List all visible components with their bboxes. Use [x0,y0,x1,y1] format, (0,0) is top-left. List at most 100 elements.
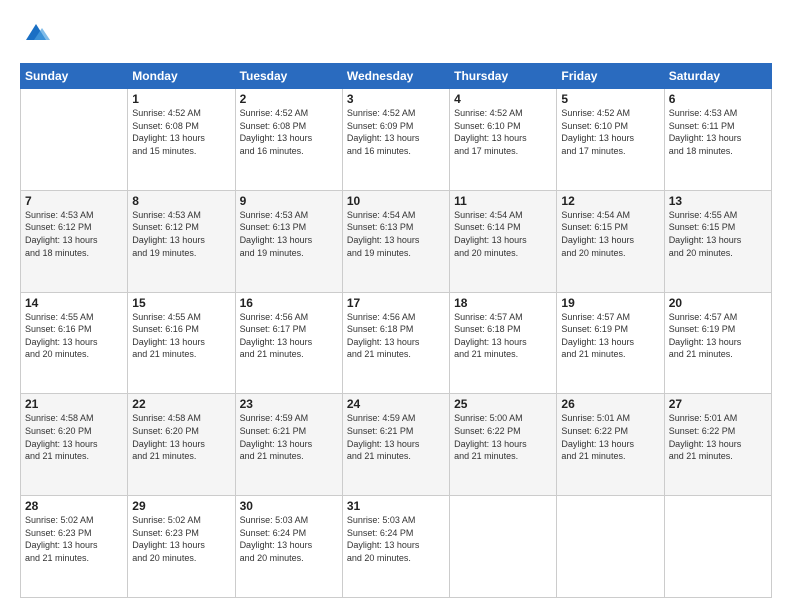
calendar-week-1: 1Sunrise: 4:52 AMSunset: 6:08 PMDaylight… [21,89,772,191]
header-saturday: Saturday [664,64,771,89]
day-info: Sunrise: 4:57 AMSunset: 6:18 PMDaylight:… [454,311,552,361]
calendar-cell: 17Sunrise: 4:56 AMSunset: 6:18 PMDayligh… [342,292,449,394]
day-number: 19 [561,296,659,310]
calendar-cell: 27Sunrise: 5:01 AMSunset: 6:22 PMDayligh… [664,394,771,496]
day-number: 17 [347,296,445,310]
calendar-cell: 20Sunrise: 4:57 AMSunset: 6:19 PMDayligh… [664,292,771,394]
day-info: Sunrise: 5:03 AMSunset: 6:24 PMDaylight:… [347,514,445,564]
day-info: Sunrise: 4:56 AMSunset: 6:17 PMDaylight:… [240,311,338,361]
day-info: Sunrise: 4:58 AMSunset: 6:20 PMDaylight:… [132,412,230,462]
day-number: 9 [240,194,338,208]
day-info: Sunrise: 4:52 AMSunset: 6:10 PMDaylight:… [454,107,552,157]
header-thursday: Thursday [450,64,557,89]
day-info: Sunrise: 4:53 AMSunset: 6:13 PMDaylight:… [240,209,338,259]
calendar-cell: 13Sunrise: 4:55 AMSunset: 6:15 PMDayligh… [664,190,771,292]
day-number: 27 [669,397,767,411]
header-tuesday: Tuesday [235,64,342,89]
calendar-week-4: 21Sunrise: 4:58 AMSunset: 6:20 PMDayligh… [21,394,772,496]
calendar-cell: 21Sunrise: 4:58 AMSunset: 6:20 PMDayligh… [21,394,128,496]
calendar-cell: 26Sunrise: 5:01 AMSunset: 6:22 PMDayligh… [557,394,664,496]
calendar-cell: 2Sunrise: 4:52 AMSunset: 6:08 PMDaylight… [235,89,342,191]
calendar-cell: 16Sunrise: 4:56 AMSunset: 6:17 PMDayligh… [235,292,342,394]
day-number: 25 [454,397,552,411]
day-number: 6 [669,92,767,106]
day-info: Sunrise: 4:59 AMSunset: 6:21 PMDaylight:… [347,412,445,462]
day-number: 31 [347,499,445,513]
day-number: 23 [240,397,338,411]
day-number: 10 [347,194,445,208]
header-monday: Monday [128,64,235,89]
day-number: 22 [132,397,230,411]
calendar-cell: 4Sunrise: 4:52 AMSunset: 6:10 PMDaylight… [450,89,557,191]
header-friday: Friday [557,64,664,89]
calendar-cell [557,496,664,598]
day-number: 28 [25,499,123,513]
day-info: Sunrise: 4:52 AMSunset: 6:09 PMDaylight:… [347,107,445,157]
header-wednesday: Wednesday [342,64,449,89]
day-info: Sunrise: 4:53 AMSunset: 6:12 PMDaylight:… [25,209,123,259]
day-number: 3 [347,92,445,106]
logo [20,18,50,51]
day-info: Sunrise: 4:53 AMSunset: 6:12 PMDaylight:… [132,209,230,259]
day-info: Sunrise: 4:59 AMSunset: 6:21 PMDaylight:… [240,412,338,462]
calendar-cell: 8Sunrise: 4:53 AMSunset: 6:12 PMDaylight… [128,190,235,292]
day-info: Sunrise: 4:55 AMSunset: 6:16 PMDaylight:… [25,311,123,361]
day-number: 13 [669,194,767,208]
day-info: Sunrise: 4:57 AMSunset: 6:19 PMDaylight:… [561,311,659,361]
calendar-cell: 18Sunrise: 4:57 AMSunset: 6:18 PMDayligh… [450,292,557,394]
day-number: 7 [25,194,123,208]
calendar-table: Sunday Monday Tuesday Wednesday Thursday… [20,63,772,598]
day-number: 14 [25,296,123,310]
day-number: 5 [561,92,659,106]
calendar-cell: 23Sunrise: 4:59 AMSunset: 6:21 PMDayligh… [235,394,342,496]
calendar-cell: 28Sunrise: 5:02 AMSunset: 6:23 PMDayligh… [21,496,128,598]
day-info: Sunrise: 4:52 AMSunset: 6:10 PMDaylight:… [561,107,659,157]
day-info: Sunrise: 5:01 AMSunset: 6:22 PMDaylight:… [669,412,767,462]
day-number: 20 [669,296,767,310]
calendar-week-3: 14Sunrise: 4:55 AMSunset: 6:16 PMDayligh… [21,292,772,394]
calendar-cell: 3Sunrise: 4:52 AMSunset: 6:09 PMDaylight… [342,89,449,191]
day-info: Sunrise: 4:58 AMSunset: 6:20 PMDaylight:… [25,412,123,462]
day-number: 30 [240,499,338,513]
logo-icon [22,18,50,46]
calendar-header-row: Sunday Monday Tuesday Wednesday Thursday… [21,64,772,89]
calendar-cell: 9Sunrise: 4:53 AMSunset: 6:13 PMDaylight… [235,190,342,292]
calendar-cell: 5Sunrise: 4:52 AMSunset: 6:10 PMDaylight… [557,89,664,191]
day-info: Sunrise: 4:56 AMSunset: 6:18 PMDaylight:… [347,311,445,361]
day-number: 8 [132,194,230,208]
calendar-cell: 24Sunrise: 4:59 AMSunset: 6:21 PMDayligh… [342,394,449,496]
day-number: 29 [132,499,230,513]
day-info: Sunrise: 5:01 AMSunset: 6:22 PMDaylight:… [561,412,659,462]
calendar-cell: 30Sunrise: 5:03 AMSunset: 6:24 PMDayligh… [235,496,342,598]
calendar-cell: 14Sunrise: 4:55 AMSunset: 6:16 PMDayligh… [21,292,128,394]
calendar-cell [450,496,557,598]
calendar-cell: 6Sunrise: 4:53 AMSunset: 6:11 PMDaylight… [664,89,771,191]
day-info: Sunrise: 5:00 AMSunset: 6:22 PMDaylight:… [454,412,552,462]
calendar-cell: 25Sunrise: 5:00 AMSunset: 6:22 PMDayligh… [450,394,557,496]
calendar-cell: 12Sunrise: 4:54 AMSunset: 6:15 PMDayligh… [557,190,664,292]
calendar-cell: 11Sunrise: 4:54 AMSunset: 6:14 PMDayligh… [450,190,557,292]
day-number: 11 [454,194,552,208]
calendar-cell: 1Sunrise: 4:52 AMSunset: 6:08 PMDaylight… [128,89,235,191]
day-info: Sunrise: 4:53 AMSunset: 6:11 PMDaylight:… [669,107,767,157]
day-info: Sunrise: 4:52 AMSunset: 6:08 PMDaylight:… [132,107,230,157]
calendar-cell [21,89,128,191]
calendar-cell: 10Sunrise: 4:54 AMSunset: 6:13 PMDayligh… [342,190,449,292]
calendar-cell: 15Sunrise: 4:55 AMSunset: 6:16 PMDayligh… [128,292,235,394]
day-info: Sunrise: 5:03 AMSunset: 6:24 PMDaylight:… [240,514,338,564]
day-info: Sunrise: 5:02 AMSunset: 6:23 PMDaylight:… [25,514,123,564]
day-number: 2 [240,92,338,106]
day-number: 24 [347,397,445,411]
calendar-cell: 19Sunrise: 4:57 AMSunset: 6:19 PMDayligh… [557,292,664,394]
calendar-cell: 7Sunrise: 4:53 AMSunset: 6:12 PMDaylight… [21,190,128,292]
day-number: 21 [25,397,123,411]
calendar-week-5: 28Sunrise: 5:02 AMSunset: 6:23 PMDayligh… [21,496,772,598]
day-info: Sunrise: 4:52 AMSunset: 6:08 PMDaylight:… [240,107,338,157]
day-info: Sunrise: 4:54 AMSunset: 6:13 PMDaylight:… [347,209,445,259]
day-info: Sunrise: 4:54 AMSunset: 6:14 PMDaylight:… [454,209,552,259]
calendar-cell [664,496,771,598]
day-number: 16 [240,296,338,310]
day-info: Sunrise: 4:55 AMSunset: 6:15 PMDaylight:… [669,209,767,259]
day-number: 12 [561,194,659,208]
day-number: 26 [561,397,659,411]
